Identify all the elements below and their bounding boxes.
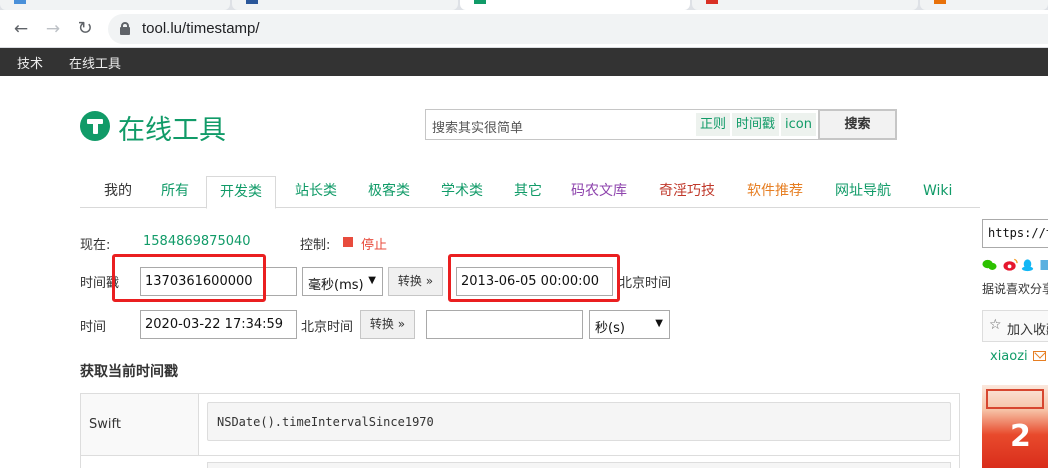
code-snippet[interactable]: NSDate().timeIntervalSince1970 [207, 402, 951, 441]
user-link[interactable]: xiaozi [990, 349, 1028, 364]
qq-icon[interactable] [1020, 258, 1035, 272]
search-placeholder: 搜索其实很简单 [432, 121, 524, 136]
ad-banner[interactable]: 2 [982, 385, 1048, 468]
tab-library[interactable]: 码农文库 [571, 174, 627, 208]
control-label: 控制: [300, 238, 331, 253]
tab-all[interactable]: 所有 [161, 174, 189, 208]
logo-icon [80, 111, 110, 141]
mail-icon[interactable] [1033, 351, 1046, 361]
add-favorite-button[interactable]: ☆ 加入收藏 [982, 310, 1048, 342]
now-label: 现在: [80, 238, 111, 253]
search-input[interactable]: 搜索其实很简单 正则 时间戳 icon [425, 109, 818, 140]
search-quick-links: 正则 时间戳 icon [696, 113, 816, 137]
search-button[interactable]: 搜索 [818, 109, 897, 140]
lang-label: Swift [89, 417, 121, 432]
timezone-label: 北京时间 [619, 276, 672, 291]
table-row-lang: Swift [81, 394, 199, 456]
share-url-input[interactable]: https://to [982, 219, 1048, 248]
highlight-box-date [448, 254, 620, 302]
result-unit-value: 秒(s) [595, 321, 625, 336]
result-unit-select[interactable]: 秒(s) ▼ [589, 310, 670, 339]
timestamp-unit-value: 毫秒(ms) [308, 278, 364, 293]
stop-button[interactable]: 停止 [361, 234, 387, 253]
category-tabs: 我的 所有 开发类 站长类 极客类 学术类 其它 码农文库 奇淫巧技 软件推荐 … [80, 174, 980, 209]
search-chip-timestamp[interactable]: 时间戳 [732, 113, 780, 136]
share-text: 据说喜欢分享 [982, 282, 1048, 296]
code-table: Swift NSDate().timeIntervalSince1970 [80, 393, 960, 468]
browser-tab-active[interactable] [460, 0, 690, 10]
browser-tab[interactable] [920, 0, 1048, 10]
tab-nav[interactable]: 网址导航 [835, 174, 891, 208]
browser-tab[interactable] [692, 0, 918, 10]
lock-icon[interactable] [120, 22, 130, 35]
convert-date-button[interactable]: 转换 » [360, 310, 415, 339]
convert-ts-button[interactable]: 转换 » [388, 267, 443, 296]
logo-text: 在线工具 [118, 115, 226, 146]
search-chip-regex[interactable]: 正则 [696, 113, 731, 136]
tab-tricks[interactable]: 奇淫巧技 [659, 174, 715, 208]
timestamp-unit-select[interactable]: 毫秒(ms) ▼ [302, 267, 383, 296]
site-topbar: 技术 在线工具 [0, 48, 1048, 76]
tab-academic[interactable]: 学术类 [441, 174, 483, 208]
tab-webmaster[interactable]: 站长类 [295, 174, 337, 208]
address-bar[interactable]: tool.lu/timestamp/ [108, 14, 1048, 44]
browser-tab[interactable] [232, 0, 458, 10]
browser-tab[interactable] [0, 0, 230, 10]
timezone-label-2: 北京时间 [301, 320, 354, 335]
date-input[interactable]: 2020-03-22 17:34:59 [140, 310, 297, 339]
back-icon[interactable]: ← [10, 18, 32, 40]
star-icon: ☆ [989, 317, 1002, 333]
tab-dev[interactable]: 开发类 [206, 176, 276, 209]
tab-wiki[interactable]: Wiki [923, 174, 952, 208]
browser-tab-strip [0, 0, 1048, 10]
topbar-link-tech[interactable]: 技术 [17, 53, 43, 72]
share-more-icon[interactable] [1038, 258, 1048, 272]
current-timestamp: 1584869875040 [143, 234, 251, 249]
tab-geek[interactable]: 极客类 [368, 174, 410, 208]
reload-icon[interactable]: ↻ [74, 18, 96, 40]
weibo-icon[interactable] [1003, 258, 1018, 272]
browser-toolbar: ← → ↻ tool.lu/timestamp/ [0, 10, 1048, 48]
section-title: 获取当前时间戳 [80, 364, 178, 380]
forward-icon[interactable]: → [42, 18, 64, 40]
add-favorite-label: 加入收藏 [1007, 323, 1048, 338]
dropdown-arrow-icon: ▼ [655, 318, 663, 329]
timestamp-result-output[interactable] [426, 310, 583, 339]
tab-software[interactable]: 软件推荐 [747, 174, 803, 208]
time-label: 时间 [80, 320, 107, 335]
tab-mine[interactable]: 我的 [104, 174, 132, 208]
topbar-link-tools[interactable]: 在线工具 [69, 53, 121, 72]
highlight-box-timestamp [112, 254, 266, 302]
search-chip-icon[interactable]: icon [781, 113, 816, 136]
dropdown-arrow-icon: ▼ [368, 275, 376, 286]
url-text: tool.lu/timestamp/ [142, 20, 260, 37]
code-snippet-next [207, 462, 951, 468]
stop-icon[interactable] [343, 237, 353, 247]
wechat-icon[interactable] [982, 258, 997, 272]
tab-other[interactable]: 其它 [514, 174, 542, 208]
